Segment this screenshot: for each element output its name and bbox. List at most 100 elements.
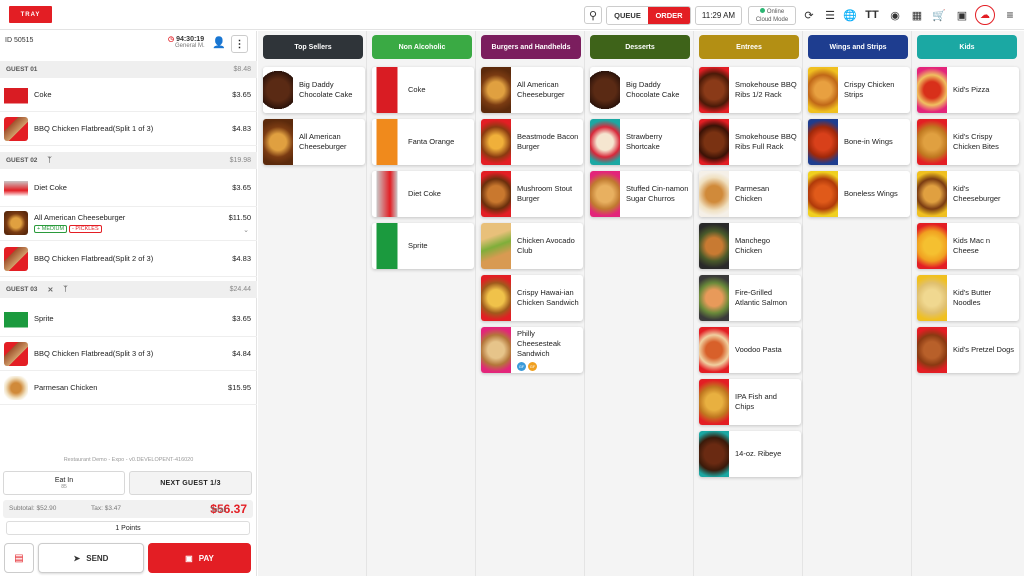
menu-item[interactable]: Philly Cheesesteak Sandwich GF GF [481, 327, 583, 373]
category-column: Kids Kid's Pizza Kid's Crispy Chicken Bi… [912, 31, 1021, 576]
menu-item[interactable]: All American Cheeseburger [481, 67, 583, 113]
order-item[interactable]: Parmesan Chicken $15.95 [0, 371, 257, 405]
category-column: Top Sellers Big Daddy Chocolate Cake All… [258, 31, 367, 576]
item-image [590, 171, 620, 217]
next-guest-button[interactable]: NEXT GUEST 1/3 [129, 471, 252, 495]
points-display[interactable]: 1 Points [6, 521, 250, 535]
item-name: Coke [34, 90, 52, 99]
palette-icon[interactable]: ◉ [886, 6, 904, 24]
receipt-icon[interactable]: ▤ [4, 543, 34, 573]
item-image [699, 327, 729, 373]
guest-header[interactable]: GUEST 03 ✕ ᛉ $24.44 [0, 281, 257, 298]
menu-item[interactable]: Stuffed Cin-namon Sugar Churros [590, 171, 692, 217]
monitor-icon[interactable]: ▣ [953, 6, 971, 24]
order-item[interactable]: BBQ Chicken Flatbread(Split 2 of 3) $4.8… [0, 241, 257, 277]
guest-header[interactable]: GUEST 01 $8.48 [0, 61, 257, 78]
menu-icon[interactable]: ≡ [1001, 6, 1019, 24]
category-tab-burgers-and-handhelds[interactable]: Burgers and Handhelds [481, 35, 581, 59]
menu-item[interactable]: Mushroom Stout Burger [481, 171, 583, 217]
order-tab[interactable]: ORDER [648, 7, 690, 24]
coke-thumbnail [4, 83, 28, 107]
category-tab-top-sellers[interactable]: Top Sellers [263, 35, 363, 59]
item-label: Kids Mac n Cheese [953, 236, 991, 255]
menu-item[interactable]: Smokehouse BBQ Ribs Full Rack [699, 119, 801, 165]
chevron-down-icon[interactable]: ⌄ [243, 226, 249, 234]
item-image [481, 275, 511, 321]
menu-item[interactable]: 14-oz. Ribeye [699, 431, 801, 477]
menu-item[interactable]: Strawberry Shortcake [590, 119, 692, 165]
menu-item[interactable]: Kid's Pretzel Dogs [917, 327, 1019, 373]
person-icon[interactable]: ᛉ [47, 157, 51, 164]
menu-item[interactable]: Crispy Hawai-ian Chicken Sandwich [481, 275, 583, 321]
text-size-icon[interactable]: TT [863, 6, 881, 24]
dine-mode-button[interactable]: Eat In 85 [3, 471, 125, 495]
guest-header[interactable]: GUEST 02 ᛉ $19.98 [0, 152, 257, 169]
menu-item[interactable]: Chicken Avocado Club [481, 223, 583, 269]
order-item[interactable]: Coke $3.65 [0, 78, 257, 112]
category-column: Entrees Smokehouse BBQ Ribs 1/2 Rack Smo… [694, 31, 803, 576]
person-icon[interactable]: ᛉ [63, 286, 67, 293]
menu-item[interactable]: Boneless Wings [808, 171, 910, 217]
item-image [263, 67, 293, 113]
category-tab-kids[interactable]: Kids [917, 35, 1017, 59]
menu-item[interactable]: Beastmode Bacon Burger [481, 119, 583, 165]
category-column: Burgers and Handhelds All American Chees… [476, 31, 585, 576]
menu-item[interactable]: Coke [372, 67, 474, 113]
item-label: Diet Coke [408, 189, 441, 198]
menu-item[interactable]: Big Daddy Chocolate Cake [263, 67, 365, 113]
item-label: Coke [408, 85, 426, 94]
menu-item[interactable]: All American Cheeseburger [263, 119, 365, 165]
menu-item[interactable]: Kids Mac n Cheese [917, 223, 1019, 269]
order-item[interactable]: BBQ Chicken Flatbread(Split 3 of 3) $4.8… [0, 337, 257, 371]
user-icon[interactable]: 👤 [212, 36, 226, 49]
category-tab-entrees[interactable]: Entrees [699, 35, 799, 59]
item-label: Fanta Orange [408, 137, 455, 146]
item-price: $3.65 [232, 90, 251, 99]
order-item[interactable]: All American Cheeseburger $11.50 + MEDIU… [0, 207, 257, 241]
menu-item[interactable]: Bone-in Wings [808, 119, 910, 165]
remove-guest-icon[interactable]: ✕ [47, 286, 53, 294]
menu-item[interactable]: Kid's Butter Noodles [917, 275, 1019, 321]
category-tab-non-alcoholic[interactable]: Non Alcoholic [372, 35, 472, 59]
dine-mode-label: Eat In [54, 476, 74, 484]
menu-item[interactable]: Big Daddy Chocolate Cake [590, 67, 692, 113]
menu-item[interactable]: Sprite [372, 223, 474, 269]
menu-item[interactable]: Fire-Grilled Atlantic Salmon [699, 275, 801, 321]
menu-item[interactable]: Kid's Pizza [917, 67, 1019, 113]
globe-icon[interactable]: 🌐 [841, 6, 859, 24]
more-options-button[interactable]: ⋮ [231, 35, 248, 53]
grid-add-icon[interactable]: ▦ [908, 6, 926, 24]
menu-item[interactable]: Parmesan Chicken [699, 171, 801, 217]
queue-tab[interactable]: QUEUE [607, 7, 648, 24]
order-item[interactable]: Sprite $3.65 [0, 301, 257, 337]
menu-item[interactable]: Kid's Cheeseburger [917, 171, 1019, 217]
item-image [372, 223, 402, 269]
menu-item[interactable]: Kid's Crispy Chicken Bites [917, 119, 1019, 165]
category-tab-desserts[interactable]: Desserts [590, 35, 690, 59]
menu-item[interactable]: Crispy Chicken Strips [808, 67, 910, 113]
item-label: All American Cheeseburger [517, 80, 565, 99]
menu-item[interactable]: Manchego Chicken [699, 223, 801, 269]
menu-item[interactable]: Fanta Orange [372, 119, 474, 165]
category-tab-wings-and-strips[interactable]: Wings and Strips [808, 35, 908, 59]
order-item[interactable]: BBQ Chicken Flatbread(Split 1 of 3) $4.8… [0, 112, 257, 146]
menu-item[interactable]: Voodoo Pasta [699, 327, 801, 373]
item-label: 14-oz. Ribeye [735, 449, 782, 458]
cloud-upload-icon[interactable]: ☁ [975, 5, 995, 25]
send-button[interactable]: ➤ SEND [38, 543, 144, 573]
timer-value: 94:30:19 [176, 36, 205, 43]
pay-button[interactable]: ▣ PAY [148, 543, 251, 573]
menu-item[interactable]: Diet Coke [372, 171, 474, 217]
item-image [590, 67, 620, 113]
refresh-icon[interactable]: ⟳ [800, 6, 818, 24]
item-label: Big Daddy Chocolate Cake [299, 80, 353, 99]
item-label: Voodoo Pasta [735, 345, 782, 354]
item-name: BBQ Chicken Flatbread(Split 2 of 3) [34, 254, 154, 263]
order-item[interactable]: Diet Coke $3.65 [0, 169, 257, 207]
sliders-icon[interactable]: ☰ [821, 6, 839, 24]
menu-item[interactable]: Smokehouse BBQ Ribs 1/2 Rack [699, 67, 801, 113]
search-icon[interactable]: ⚲ [584, 6, 602, 24]
item-price: $11.50 [228, 213, 251, 222]
cart-icon[interactable]: 🛒 [930, 6, 948, 24]
menu-item[interactable]: IPA Fish and Chips [699, 379, 801, 425]
